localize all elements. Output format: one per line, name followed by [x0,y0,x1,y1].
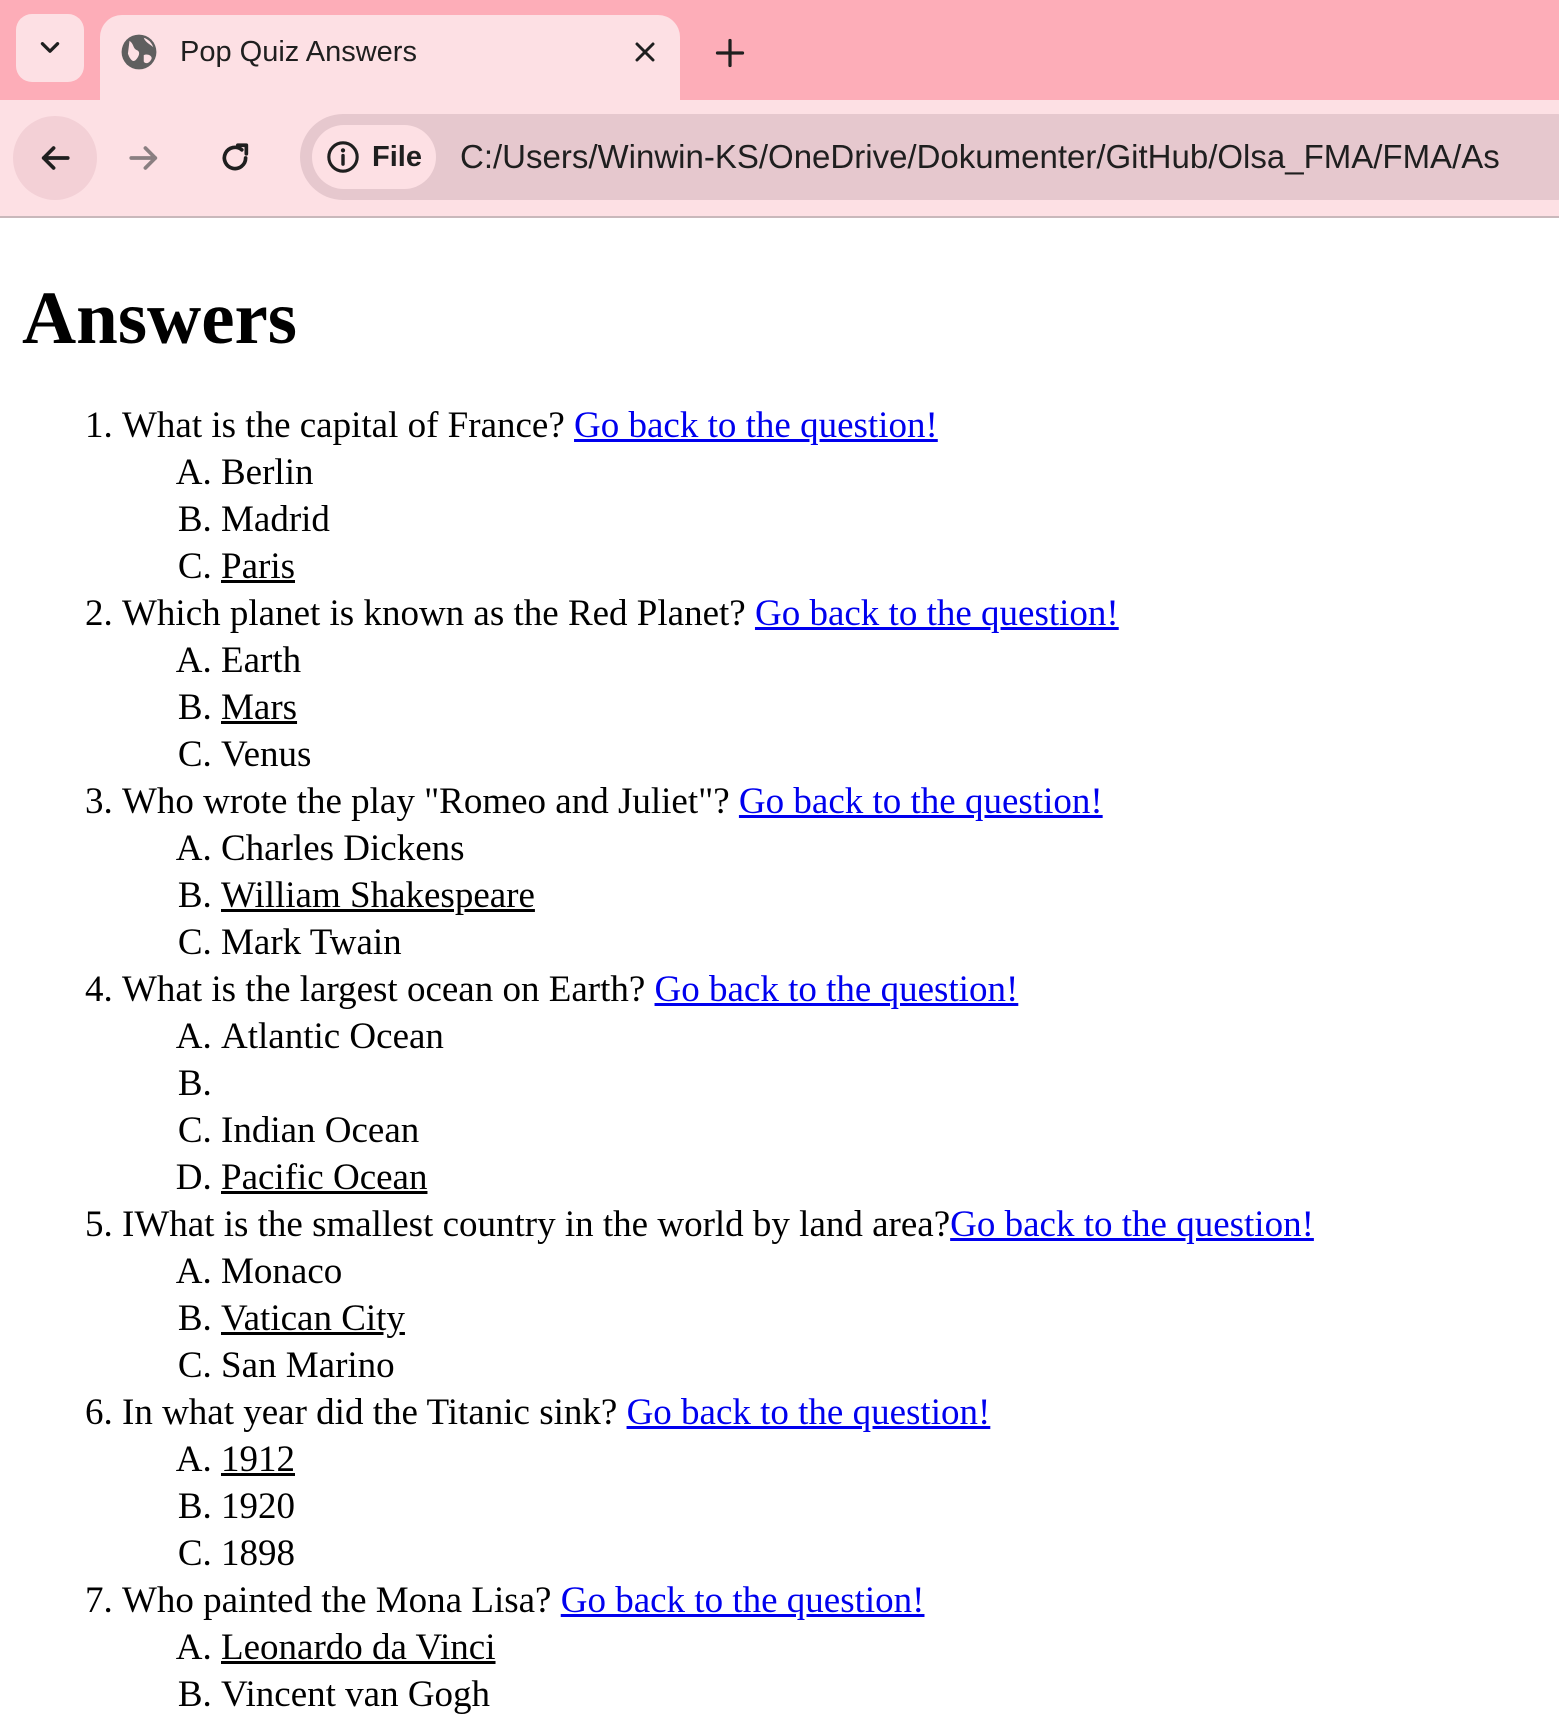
answer-options: Charles Dickens William Shakespeare Mark T… [122,825,1314,966]
answer-text: Vincent van Gogh [221,1674,491,1715]
question-list: What is the capital of France? Go back t… [0,402,1314,1718]
correct-answer: Pacific Ocean [221,1157,428,1198]
answer-text: Monaco [221,1251,343,1292]
answer-option: Indian Ocean [221,1107,1314,1154]
question-item: IWhat is the smallest country in the wor… [122,1201,1314,1389]
site-info-label: File [372,140,422,173]
tab-search-button[interactable] [16,14,84,82]
answer-text: Earth [221,640,302,681]
answer-options: Earth Mars Venus [122,637,1314,778]
question-text: Who wrote the play "Romeo and Juliet"? [122,781,739,822]
answer-option: Mars [221,684,1314,731]
question-text: Which planet is known as the Red Planet? [122,593,755,634]
globe-icon [121,34,157,70]
answer-option [221,1060,1314,1107]
answer-options: Atlantic Ocean Indian Ocean Pacific Ocean [122,1013,1314,1201]
answer-text: Indian Ocean [221,1110,420,1151]
info-icon [327,141,359,173]
answer-text: 1920 [221,1486,295,1527]
answer-text: Charles Dickens [221,828,465,869]
back-button[interactable] [13,116,97,200]
answer-option: Mark Twain [221,919,1314,966]
answer-option: Vatican City [221,1295,1314,1342]
tab-strip: Pop Quiz Answers [0,0,1559,115]
question-text: What is the capital of France? [122,405,575,446]
answer-option: 1898 [221,1530,1314,1577]
arrow-left-icon [41,146,70,170]
reload-button[interactable] [193,116,277,200]
answer-options: Berlin Madrid Paris [122,449,1314,590]
answer-option: Berlin [221,449,1314,496]
question-item: Which planet is known as the Red Planet?… [122,590,1314,778]
answer-option: Pacific Ocean [221,1154,1314,1201]
question-item: Who wrote the play "Romeo and Juliet"? G… [122,778,1314,966]
question-item: Who painted the Mona Lisa? Go back to th… [122,1577,1314,1718]
tab-close-button[interactable] [626,33,664,71]
answer-text: 1898 [221,1533,295,1574]
back-to-question-link[interactable]: Go back to the question! [574,405,938,446]
question-item: What is the capital of France? Go back t… [122,402,1314,590]
answer-text: San Marino [221,1345,395,1386]
back-to-question-link[interactable]: Go back to the question! [655,969,1019,1010]
chevron-down-icon [40,42,60,53]
answer-text: Mark Twain [221,922,402,963]
plus-icon [715,38,745,68]
question-text: Who painted the Mona Lisa? [122,1580,561,1621]
site-info-chip[interactable]: File [312,125,436,189]
correct-answer: Mars [221,687,298,728]
tab-title: Pop Quiz Answers [180,36,417,68]
answer-option: Vincent van Gogh [221,1671,1314,1718]
back-to-question-link[interactable]: Go back to the question! [950,1204,1314,1245]
question-item: What is the largest ocean on Earth? Go b… [122,966,1314,1201]
answer-options: Monaco Vatican City San Marino [122,1248,1314,1389]
answer-option: Leonardo da Vinci [221,1624,1314,1671]
answer-option: Charles Dickens [221,825,1314,872]
question-text: IWhat is the smallest country in the wor… [122,1204,951,1245]
correct-answer: Leonardo da Vinci [221,1627,496,1668]
answer-option: 1920 [221,1483,1314,1530]
answer-text: Venus [221,734,312,775]
answer-option: San Marino [221,1342,1314,1389]
question-item: In what year did the Titanic sink? Go ba… [122,1389,1314,1577]
back-to-question-link[interactable]: Go back to the question! [627,1392,991,1433]
answer-text: Atlantic Ocean [221,1016,444,1057]
answer-options: Leonardo da Vinci Vincent van Gogh [122,1624,1314,1718]
back-to-question-link[interactable]: Go back to the question! [739,781,1103,822]
answer-option: 1912 [221,1436,1314,1483]
answer-text: Madrid [221,499,330,540]
answer-options: 1912 1920 1898 [122,1436,1314,1577]
correct-answer: Paris [221,546,295,587]
answer-option: Madrid [221,496,1314,543]
close-icon [635,42,655,62]
question-text: In what year did the Titanic sink? [122,1392,627,1433]
forward-button[interactable] [102,116,186,200]
arrow-right-icon [129,146,158,170]
url-text[interactable]: C:/Users/Winwin-KS/OneDrive/Dokumenter/G… [460,114,1500,200]
new-tab-button[interactable] [708,31,752,75]
back-to-question-link[interactable]: Go back to the question! [755,593,1119,634]
answer-option: William Shakespeare [221,872,1314,919]
answer-option: Earth [221,637,1314,684]
browser-toolbar: File C:/Users/Winwin-KS/OneDrive/Dokumen… [0,100,1559,218]
correct-answer: 1912 [221,1439,295,1480]
answer-option: Paris [221,543,1314,590]
back-to-question-link[interactable]: Go back to the question! [561,1580,925,1621]
address-bar[interactable]: File C:/Users/Winwin-KS/OneDrive/Dokumen… [300,114,1559,200]
answer-option: Venus [221,731,1314,778]
correct-answer: William Shakespeare [221,875,535,916]
answer-text: Berlin [221,452,314,493]
page-heading: Answers [22,277,297,360]
question-text: What is the largest ocean on Earth? [122,969,655,1010]
correct-answer: Vatican City [221,1298,405,1339]
answer-option: Atlantic Ocean [221,1013,1314,1060]
answer-option: Monaco [221,1248,1314,1295]
reload-icon [222,143,249,171]
